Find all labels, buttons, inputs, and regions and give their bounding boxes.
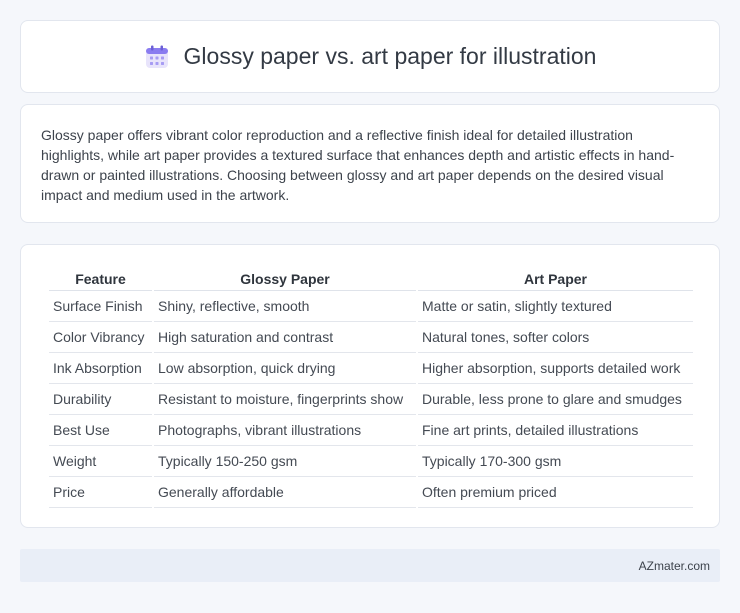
feature-cell: Color Vibrancy: [49, 322, 152, 353]
header-feature: Feature: [49, 265, 152, 291]
feature-cell: Weight: [49, 446, 152, 477]
footer-bar: AZmater.com: [20, 549, 720, 582]
table-row: Best Use Photographs, vibrant illustrati…: [49, 415, 693, 446]
feature-cell: Ink Absorption: [49, 353, 152, 384]
glossy-cell: High saturation and contrast: [154, 322, 416, 353]
art-cell: Higher absorption, supports detailed wor…: [418, 353, 693, 384]
art-cell: Typically 170-300 gsm: [418, 446, 693, 477]
glossy-cell: Typically 150-250 gsm: [154, 446, 416, 477]
feature-cell: Best Use: [49, 415, 152, 446]
comparison-table-card: Feature Glossy Paper Art Paper Surface F…: [20, 244, 720, 528]
glossy-cell: Shiny, reflective, smooth: [154, 291, 416, 322]
table-row: Price Generally affordable Often premium…: [49, 477, 693, 508]
table-row: Color Vibrancy High saturation and contr…: [49, 322, 693, 353]
table-row: Ink Absorption Low absorption, quick dry…: [49, 353, 693, 384]
header-art-paper: Art Paper: [418, 265, 693, 291]
comparison-table: Feature Glossy Paper Art Paper Surface F…: [47, 265, 695, 508]
title-card: Glossy paper vs. art paper for illustrat…: [20, 20, 720, 93]
table-row: Weight Typically 150-250 gsm Typically 1…: [49, 446, 693, 477]
art-cell: Often premium priced: [418, 477, 693, 508]
page-title: Glossy paper vs. art paper for illustrat…: [183, 43, 597, 69]
glossy-cell: Generally affordable: [154, 477, 416, 508]
art-cell: Durable, less prone to glare and smudges: [418, 384, 693, 415]
footer-brand-link[interactable]: AZmater.com: [639, 559, 710, 573]
art-cell: Fine art prints, detailed illustrations: [418, 415, 693, 446]
art-cell: Matte or satin, slightly textured: [418, 291, 693, 322]
glossy-cell: Resistant to moisture, fingerprints show: [154, 384, 416, 415]
art-cell: Natural tones, softer colors: [418, 322, 693, 353]
feature-cell: Price: [49, 477, 152, 508]
table-row: Durability Resistant to moisture, finger…: [49, 384, 693, 415]
feature-cell: Durability: [49, 384, 152, 415]
table-row: Surface Finish Shiny, reflective, smooth…: [49, 291, 693, 322]
feature-cell: Surface Finish: [49, 291, 152, 322]
calendar-icon: [144, 44, 170, 70]
intro-card: Glossy paper offers vibrant color reprod…: [20, 104, 720, 223]
glossy-cell: Photographs, vibrant illustrations: [154, 415, 416, 446]
header-glossy-paper: Glossy Paper: [154, 265, 416, 291]
table-header-row: Feature Glossy Paper Art Paper: [49, 265, 693, 291]
intro-text: Glossy paper offers vibrant color reprod…: [41, 127, 675, 203]
glossy-cell: Low absorption, quick drying: [154, 353, 416, 384]
